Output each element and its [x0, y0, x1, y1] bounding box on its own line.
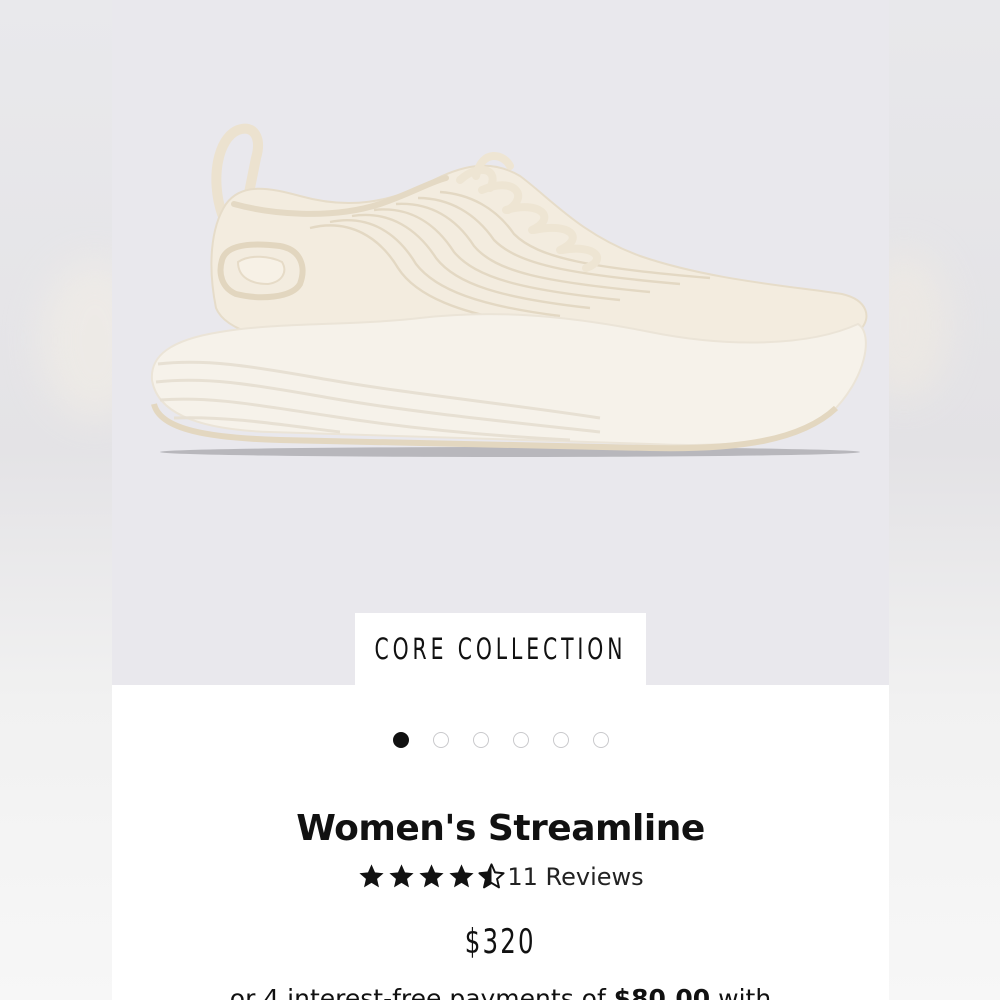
star-half-icon [478, 863, 505, 889]
screenshot-stage: CORE COLLECTION Women's Streamline 11 Re… [0, 0, 1000, 1000]
blurred-background-right [889, 0, 1000, 1000]
collection-badge-label: CORE COLLECTION [374, 632, 627, 666]
product-image-carousel[interactable]: CORE COLLECTION [112, 0, 889, 685]
product-rating[interactable]: 11 Reviews [112, 862, 889, 891]
carousel-pagination [112, 732, 889, 752]
carousel-dot-5[interactable] [552, 732, 569, 748]
product-price: $320 [112, 922, 889, 962]
star-full-icon [449, 864, 474, 888]
sneaker-image [150, 123, 868, 457]
shoe-shadow [160, 447, 860, 457]
installment-amount: $80.00 [613, 984, 711, 1000]
product-title: Women's Streamline [296, 808, 705, 849]
product-page: CORE COLLECTION Women's Streamline 11 Re… [112, 0, 889, 1000]
carousel-dot-2[interactable] [432, 732, 449, 748]
price-value: $320 [465, 922, 536, 962]
star-full-icon [419, 864, 444, 888]
carousel-dot-6[interactable] [592, 732, 609, 748]
star-full-icon [389, 864, 414, 888]
rating-stars [357, 862, 507, 891]
carousel-dot-3[interactable] [472, 732, 489, 748]
blurred-background-left [0, 0, 112, 1000]
star-full-icon [359, 864, 384, 888]
carousel-dot-1[interactable] [392, 732, 409, 748]
carousel-dot-4[interactable] [512, 732, 529, 748]
installments-prefix: or 4 interest-free payments of [229, 984, 614, 1000]
installments-suffix: with [710, 984, 772, 1000]
reviews-link[interactable]: 11 Reviews [507, 863, 643, 891]
installments-note: or 4 interest-free payments of $80.00 wi… [112, 984, 889, 1000]
collection-badge: CORE COLLECTION [355, 613, 646, 685]
